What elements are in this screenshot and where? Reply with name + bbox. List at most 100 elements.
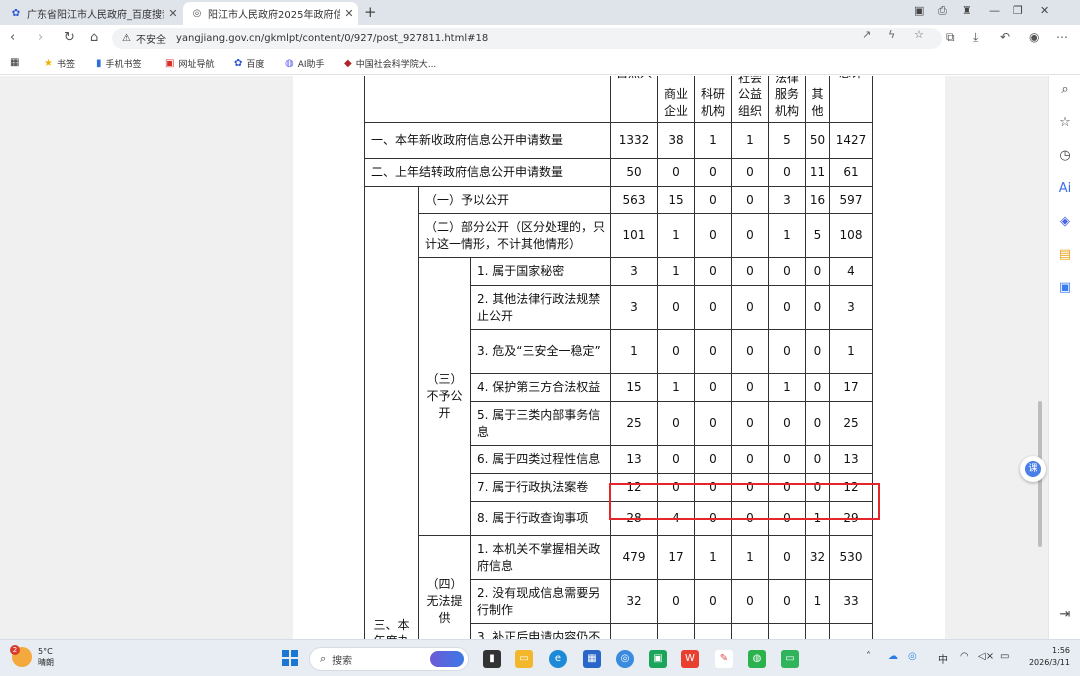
- game-icon[interactable]: ◈: [1056, 213, 1074, 231]
- header-cell: 科研机构: [694, 76, 732, 123]
- extensions-icon[interactable]: ⧉: [946, 30, 955, 45]
- restore-icon[interactable]: ❐: [1013, 4, 1023, 17]
- baidu-paw-icon: ✿: [234, 58, 243, 69]
- volume-mute-icon[interactable]: ◁×: [978, 651, 994, 662]
- history-back-icon[interactable]: ↶: [1000, 30, 1010, 44]
- favorites-icon[interactable]: ☆: [1056, 114, 1074, 132]
- battery-icon[interactable]: ▭: [1000, 651, 1009, 662]
- more-menu-icon[interactable]: ⋯: [1056, 30, 1068, 44]
- apps-grid-icon[interactable]: ▦: [10, 57, 23, 68]
- cloud-icon[interactable]: ☁: [888, 651, 898, 662]
- task-view-icon[interactable]: ▮: [483, 650, 501, 668]
- tab-label: 阳江市人民政府2025年政府信息公开工作年度报告: [208, 10, 340, 21]
- wps-icon[interactable]: W: [681, 650, 699, 668]
- tray-chevron-icon[interactable]: ˄: [866, 651, 871, 662]
- lightning-icon[interactable]: ϟ: [888, 28, 895, 41]
- table-row: （四）无法提供 1. 本机关不掌握相关政府信息 479 17 1 1 0 32 530: [365, 535, 873, 639]
- value-cell: 1427: [829, 122, 873, 159]
- value-cell: 0: [731, 213, 769, 258]
- edge-browser-icon[interactable]: e: [549, 650, 567, 668]
- value-cell: 0: [694, 285, 732, 330]
- value-cell: 3: [610, 257, 658, 286]
- navigation-bar: ‹ › ↻ ⌂ ⚠ 不安全 yangjiang.gov.cn/gkmlpt/co…: [0, 25, 1080, 52]
- row-label: 2. 其他法律行政法规禁止公开: [470, 285, 611, 330]
- row-label: 二、上年结转政府信息公开申请数量: [364, 158, 611, 187]
- header-cell: 其他: [805, 76, 830, 123]
- side-panel: ⌕ ☆ ◷ Ai ◈ ▤ ▣ ⇥: [1048, 76, 1080, 639]
- bookmark-item[interactable]: ◍ AI助手: [285, 57, 325, 70]
- value-cell: 0: [768, 257, 806, 286]
- collapse-panel-icon[interactable]: ⇥: [1056, 606, 1074, 624]
- store-icon[interactable]: ▦: [583, 650, 601, 668]
- value-cell: 0: [731, 373, 769, 402]
- tray-app-icon[interactable]: ◎: [908, 651, 917, 662]
- gift-icon[interactable]: ▤: [1056, 246, 1074, 264]
- value-cell: 1: [731, 122, 769, 159]
- bookmark-item[interactable]: ◆ 中国社会科学院大...: [344, 57, 436, 70]
- tab-search-icon[interactable]: ▣: [914, 4, 924, 17]
- app-green-icon[interactable]: ▣: [649, 650, 667, 668]
- address-bar[interactable]: ⚠ 不安全 yangjiang.gov.cn/gkmlpt/content/0/…: [112, 28, 942, 49]
- plus-icon[interactable]: +: [364, 3, 377, 21]
- value-cell: 0: [694, 445, 732, 474]
- minimize-icon[interactable]: —: [989, 4, 1000, 17]
- star-outline-icon[interactable]: ☆: [914, 28, 924, 41]
- taskbar-search[interactable]: ⌕ 搜索: [309, 647, 469, 671]
- warning-icon: ⚠: [122, 33, 131, 44]
- close-window-icon[interactable]: ✕: [1040, 4, 1049, 17]
- ai-assistant-icon[interactable]: Ai: [1056, 180, 1074, 198]
- chat-icon[interactable]: ▭: [781, 650, 799, 668]
- floating-assistant-button[interactable]: 课: [1020, 456, 1046, 482]
- browser-icon[interactable]: ◎: [616, 650, 634, 668]
- value-cell: 3: [610, 285, 658, 330]
- bookmark-item[interactable]: ▮ 手机书签: [96, 57, 142, 70]
- value-cell: 0: [731, 285, 769, 330]
- tab-yangjiang-report[interactable]: ◎ 阳江市人民政府2025年政府信息公开工作年度报告 ✕: [183, 2, 358, 25]
- file-explorer-icon[interactable]: ▭: [515, 650, 533, 668]
- value-cell: 50: [805, 122, 830, 159]
- download-icon[interactable]: ⤓: [973, 30, 978, 45]
- wechat-icon[interactable]: ◍: [748, 650, 766, 668]
- forward-icon[interactable]: ›: [38, 30, 43, 45]
- close-icon[interactable]: ✕: [340, 7, 358, 20]
- history-icon[interactable]: ◷: [1056, 147, 1074, 165]
- baidu-paw-icon: ✿: [11, 7, 21, 19]
- system-clock[interactable]: 1:56 2026/3/11: [1025, 645, 1070, 669]
- bookmark-item[interactable]: ✿ 百度: [234, 57, 264, 70]
- value-cell: 13: [829, 445, 873, 474]
- print-icon[interactable]: ⎙: [938, 4, 947, 18]
- bookmark-item[interactable]: ▣ 网址导航: [165, 57, 214, 70]
- weather-widget[interactable]: 2 5°C 晴朗: [10, 645, 54, 668]
- url-text[interactable]: yangjiang.gov.cn/gkmlpt/content/0/927/po…: [176, 33, 488, 44]
- row-label: 一、本年新收政府信息公开申请数量: [364, 122, 611, 159]
- windows-start-icon[interactable]: [282, 650, 298, 666]
- paint-icon[interactable]: ✎: [715, 650, 733, 668]
- value-cell: 1: [694, 535, 732, 580]
- shirt-icon[interactable]: ♜: [962, 4, 972, 17]
- profile-avatar-icon[interactable]: ◉: [1029, 30, 1039, 44]
- close-icon[interactable]: ✕: [164, 7, 182, 20]
- value-cell: 0: [768, 158, 806, 187]
- value-cell: 1: [657, 213, 695, 258]
- value-cell: 5: [805, 213, 830, 258]
- back-icon[interactable]: ‹: [10, 30, 15, 45]
- value-cell: 0: [805, 623, 830, 639]
- value-cell: 108: [829, 213, 873, 258]
- bookmark-label: 手机书签: [105, 60, 142, 70]
- wifi-icon[interactable]: ◠: [960, 651, 969, 662]
- share-icon[interactable]: ↗: [862, 28, 871, 41]
- value-cell: 25: [829, 401, 873, 446]
- value-cell: 0: [768, 329, 806, 374]
- nav-icon: ▣: [165, 58, 175, 69]
- ime-indicator[interactable]: 中: [938, 651, 948, 666]
- tab-baidu-search[interactable]: ✿ 广东省阳江市人民政府_百度搜索 ✕: [2, 2, 182, 25]
- home-icon[interactable]: ⌂: [90, 30, 98, 45]
- value-cell: 13: [610, 445, 658, 474]
- bookmark-item[interactable]: ★ 书签: [44, 57, 75, 70]
- search-icon[interactable]: ⌕: [1056, 81, 1074, 99]
- reload-icon[interactable]: ↻: [64, 30, 75, 45]
- value-cell: 33: [829, 579, 873, 624]
- notes-icon[interactable]: ▣: [1056, 279, 1074, 297]
- value-cell: 0: [768, 445, 806, 474]
- value-cell: 0: [657, 623, 695, 639]
